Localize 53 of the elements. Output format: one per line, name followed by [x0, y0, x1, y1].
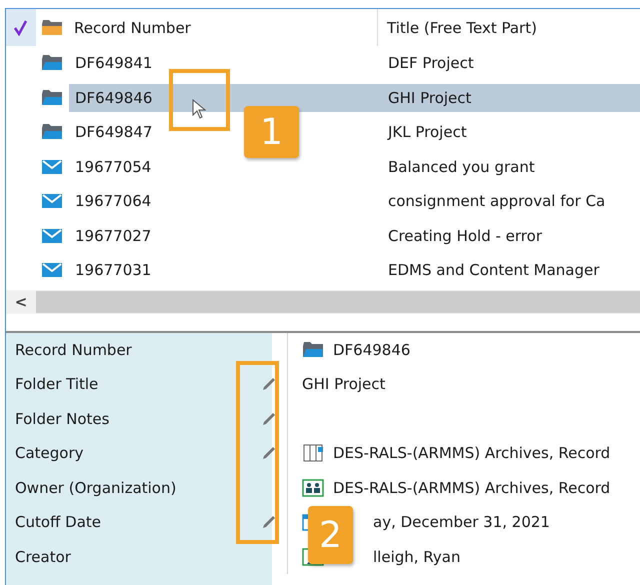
- envelope-icon: [41, 261, 63, 280]
- property-value: DF649846: [333, 340, 410, 359]
- record-number: 19677027: [75, 226, 152, 245]
- property-label: Folder Title: [15, 375, 98, 394]
- property-label: Cutoff Date: [15, 513, 101, 532]
- envelope-icon: [41, 226, 63, 245]
- select-all-checkbox[interactable]: [6, 9, 36, 46]
- pencil-icon[interactable]: [261, 445, 277, 462]
- property-label: Creator: [15, 548, 71, 566]
- folder-icon: [41, 123, 63, 142]
- horizontal-scrollbar[interactable]: <: [6, 290, 640, 314]
- record-title: EDMS and Content Manager: [388, 261, 600, 280]
- people-icon: [302, 478, 324, 497]
- highlight-box: [169, 69, 230, 131]
- property-label: Owner (Organization): [15, 478, 176, 497]
- property-value: lleigh, Ryan: [373, 548, 460, 566]
- folder-icon: [41, 18, 63, 36]
- callout-badge: 1: [244, 106, 299, 158]
- record-number: DF649841: [75, 54, 152, 72]
- record-number: DF649847: [75, 123, 152, 142]
- record-title: consignment approval for Ca: [388, 192, 606, 210]
- property-label: Category: [15, 444, 84, 462]
- selected-row[interactable]: DF649846 GHI Project: [69, 84, 640, 112]
- record-number: 19677054: [75, 158, 152, 176]
- record-title: JKL Project: [388, 123, 467, 142]
- envelope-icon: [41, 192, 63, 210]
- checkmark-icon: [14, 20, 28, 36]
- folder-icon: [41, 88, 63, 107]
- column-header[interactable]: Record Number: [74, 18, 191, 36]
- record-title: DEF Project: [388, 54, 474, 72]
- record-title: Balanced you grant: [388, 158, 535, 176]
- pencil-icon[interactable]: [261, 376, 277, 392]
- record-title: Creating Hold - error: [388, 226, 542, 245]
- property-label: Folder Notes: [15, 410, 110, 428]
- record-number: DF649846: [75, 88, 152, 107]
- property-label: Record Number: [15, 340, 132, 359]
- scroll-left-button[interactable]: <: [6, 290, 36, 314]
- envelope-icon: [41, 158, 63, 176]
- property-value: DES-RALS-(ARMMS) Archives, Record: [333, 478, 610, 497]
- property-value: ay, December 31, 2021: [373, 513, 550, 532]
- record-number: 19677064: [75, 192, 152, 210]
- binder-icon: [302, 444, 324, 462]
- folder-icon: [302, 340, 324, 359]
- record-title: GHI Project: [388, 88, 472, 107]
- property-value: GHI Project: [302, 375, 386, 394]
- pencil-icon[interactable]: [261, 410, 277, 427]
- column-header[interactable]: Title (Free Text Part): [378, 9, 537, 46]
- property-value: DES-RALS-(ARMMS) Archives, Record: [333, 444, 610, 462]
- callout-badge: 2: [308, 506, 353, 564]
- record-number: 19677031: [75, 261, 152, 280]
- cursor-icon: [192, 99, 206, 119]
- pencil-icon[interactable]: [261, 514, 277, 530]
- folder-icon: [41, 54, 63, 72]
